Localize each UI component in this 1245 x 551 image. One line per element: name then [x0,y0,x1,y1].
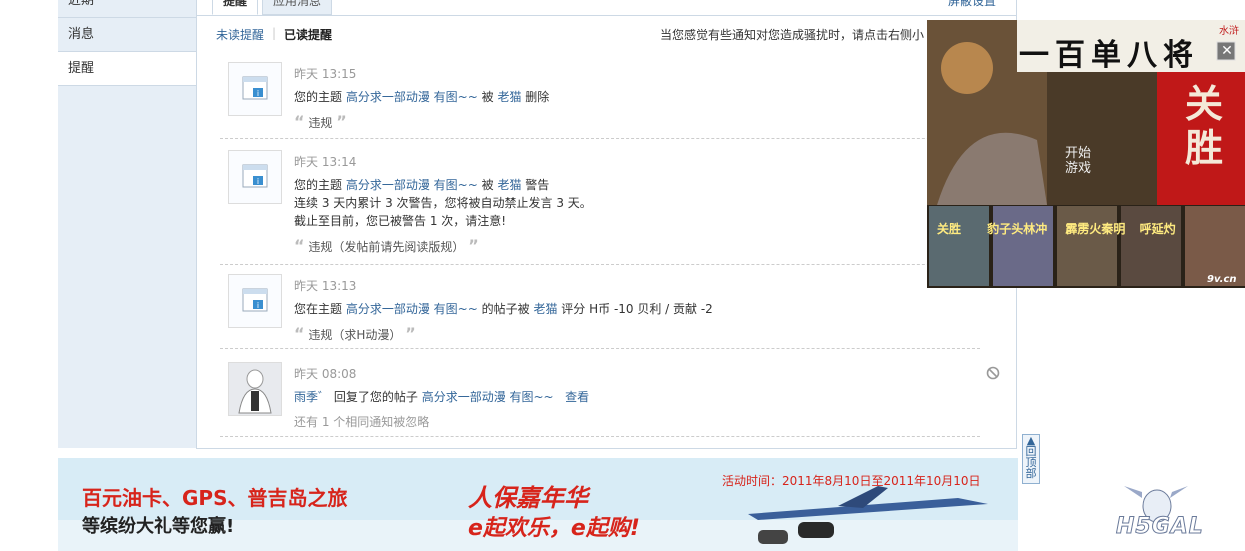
notification-text: 您的主题 高分求一部动漫 有图~~ 被 老猫 警告 [294,176,549,193]
tab-bar: 提醒 应用消息 屏蔽设置 [196,0,1016,16]
system-notice-icon: i [242,76,268,100]
open-quote-icon: “ [294,236,305,255]
notification-time: 昨天 13:14 [294,155,357,169]
banner-date: 活动时间：2011年8月10日至2011年10月10日 [722,474,981,488]
topic-link[interactable]: 高分求一部动漫 有图~~ [346,302,478,316]
banner-slogan: e起欢乐，e起购! [468,516,640,541]
notification-item: i 昨天 13:13 您在主题 高分求一部动漫 有图~~ 的帖子被 老猫 评分 … [220,266,980,349]
ad-hero-cards: 关胜 豹子头林冲 霹雳火秦明 呼延灼 [937,220,1237,237]
read-reminders-tab[interactable]: 已读提醒 [284,26,332,43]
reason-quote: “ 违规（发帖前请先阅读版规） ” [294,236,479,255]
open-quote-icon: “ [294,112,305,131]
promo-banner[interactable]: 百元油卡、GPS、普吉岛之旅 等缤纷大礼等您赢! 人保嘉年华 e起欢乐，e起购!… [58,458,1018,551]
notice-text: 当您感觉有些通知对您造成骚扰时，请点击右侧小 [660,28,925,42]
sidebar-item-label: 提醒 [68,61,95,76]
text-mid: 的帖子被 [481,302,530,316]
text-prefix: 您的主题 [294,90,343,104]
banner-headline: 百元油卡、GPS、普吉岛之旅 [82,486,348,510]
sidebar-item-label: 消息 [68,27,95,42]
text-action: 评分 H币 -10 贝利 / 贡献 -2 [561,302,713,316]
sidebar: 近期 消息 提醒 [58,0,197,448]
text-by: 被 [481,90,494,104]
topic-link[interactable]: 高分求一部动漫 有图~~ [346,178,478,192]
card-label: 霹雳火秦明 [1065,222,1126,236]
system-avatar: i [228,274,282,328]
notification-time: 昨天 13:15 [294,67,357,81]
text-prefix: 您的主题 [294,178,343,192]
warning-count-line: 截止至目前，您已被警告 1 次，请注意! [294,214,507,228]
ad-site: 9v.cn [1207,274,1237,285]
notification-time: 昨天 13:13 [294,279,357,293]
topic-link[interactable]: 高分求一部动漫 有图~~ [422,390,554,404]
notification-text: 您的主题 高分求一部动漫 有图~~ 被 老猫 删除 [294,88,549,105]
system-notice-icon: i [242,164,268,188]
tab-reminders[interactable]: 提醒 [212,0,259,15]
ad-title: 一百单八将 [1019,38,1199,73]
notification-item: 昨天 08:08 雨季゛ 回复了您的帖子 高分求一部动漫 有图~~ 查看 还有 … [220,350,1000,437]
sidebar-item-reminders[interactable]: 提醒 [58,52,196,86]
reason-quote: “ 违规 ” [294,112,347,131]
main-panel: 提醒 应用消息 屏蔽设置 未读提醒 | 已读提醒 当您感觉有些通知对您造成骚扰时… [196,0,1017,449]
user-avatar-image [229,363,281,415]
ignored-notice: 还有 1 个相同通知被忽略 [294,415,430,429]
banner-subline: 等缤纷大礼等您赢! [82,516,235,537]
text-mid: 回复了您的帖子 [333,390,418,404]
block-settings-link[interactable]: 屏蔽设置 [948,0,996,9]
card-label: 呼延灼 [1139,222,1176,236]
notification-item: i 昨天 13:14 您的主题 高分求一部动漫 有图~~ 被 老猫 警告 连续 … [220,140,980,265]
tab-app-messages[interactable]: 应用消息 [262,0,333,15]
close-quote-icon: ” [405,324,416,343]
topic-link[interactable]: 高分求一部动漫 有图~~ [346,90,478,104]
text-action: 删除 [525,90,550,104]
text-by: 被 [481,178,494,192]
close-quote-icon: ” [468,236,479,255]
reason-text: 违规（求H动漫） [308,328,402,342]
sidebar-item-label: 近期 [68,0,95,8]
sidebar-item-messages[interactable]: 消息 [58,18,196,52]
back-to-top-label: 回顶部 [1025,445,1037,480]
notification-text: 您在主题 高分求一部动漫 有图~~ 的帖子被 老猫 评分 H币 -10 贝利 /… [294,300,713,317]
notification-text: 雨季゛ 回复了您的帖子 高分求一部动漫 有图~~ 查看 [294,388,589,405]
ad-badge: 水浒 [1219,26,1239,37]
user-avatar[interactable] [228,362,282,416]
card-label: 关胜 [937,222,962,236]
user-link[interactable]: 老猫 [497,90,521,104]
user-link[interactable]: 雨季゛ [294,390,330,404]
ad-hero-name: 关胜 [1185,81,1224,170]
reason-text: 违规 [308,116,333,130]
view-link[interactable]: 查看 [565,390,589,404]
user-link[interactable]: 老猫 [533,302,557,316]
start-game-button[interactable]: 开始游戏 [1065,146,1095,176]
system-avatar: i [228,150,282,204]
site-logo: H5GAL [1116,514,1204,540]
game-ad-popup[interactable]: 一百单八将 水浒 ✕ 关胜 开始游戏 关胜 豹子头林冲 霹雳火秦明 呼延灼 9v… [927,20,1245,288]
reason-text: 违规（发帖前请先阅读版规） [308,240,465,254]
text-action: 警告 [525,178,550,192]
text-prefix: 您在主题 [294,302,343,316]
notification-item: i 昨天 13:15 您的主题 高分求一部动漫 有图~~ 被 老猫 删除 “ 违… [220,54,980,139]
open-quote-icon: “ [294,324,305,343]
svg-text:i: i [257,177,259,186]
ignore-icon[interactable] [986,366,1000,380]
banner-brand: 人保嘉年华 [468,484,588,512]
notification-time: 昨天 08:08 [294,367,357,381]
system-avatar: i [228,62,282,116]
unread-reminders-link[interactable]: 未读提醒 [216,26,264,43]
system-notice-icon: i [242,288,268,312]
back-to-top-button[interactable]: ▲ 回顶部 [1022,434,1040,484]
sidebar-item-recent[interactable]: 近期 [58,0,196,18]
svg-text:i: i [257,301,259,310]
svg-text:i: i [257,89,259,98]
reason-quote: “ 违规（求H动漫） ” [294,324,416,343]
subnav-divider: | [272,26,277,40]
user-link[interactable]: 老猫 [497,178,521,192]
warning-line: 连续 3 天内累计 3 次警告，您将被自动禁止发言 3 天。 [294,196,592,210]
card-label: 豹子头林冲 [987,222,1048,236]
close-quote-icon: ” [336,112,347,131]
close-icon[interactable]: ✕ [1218,42,1236,60]
